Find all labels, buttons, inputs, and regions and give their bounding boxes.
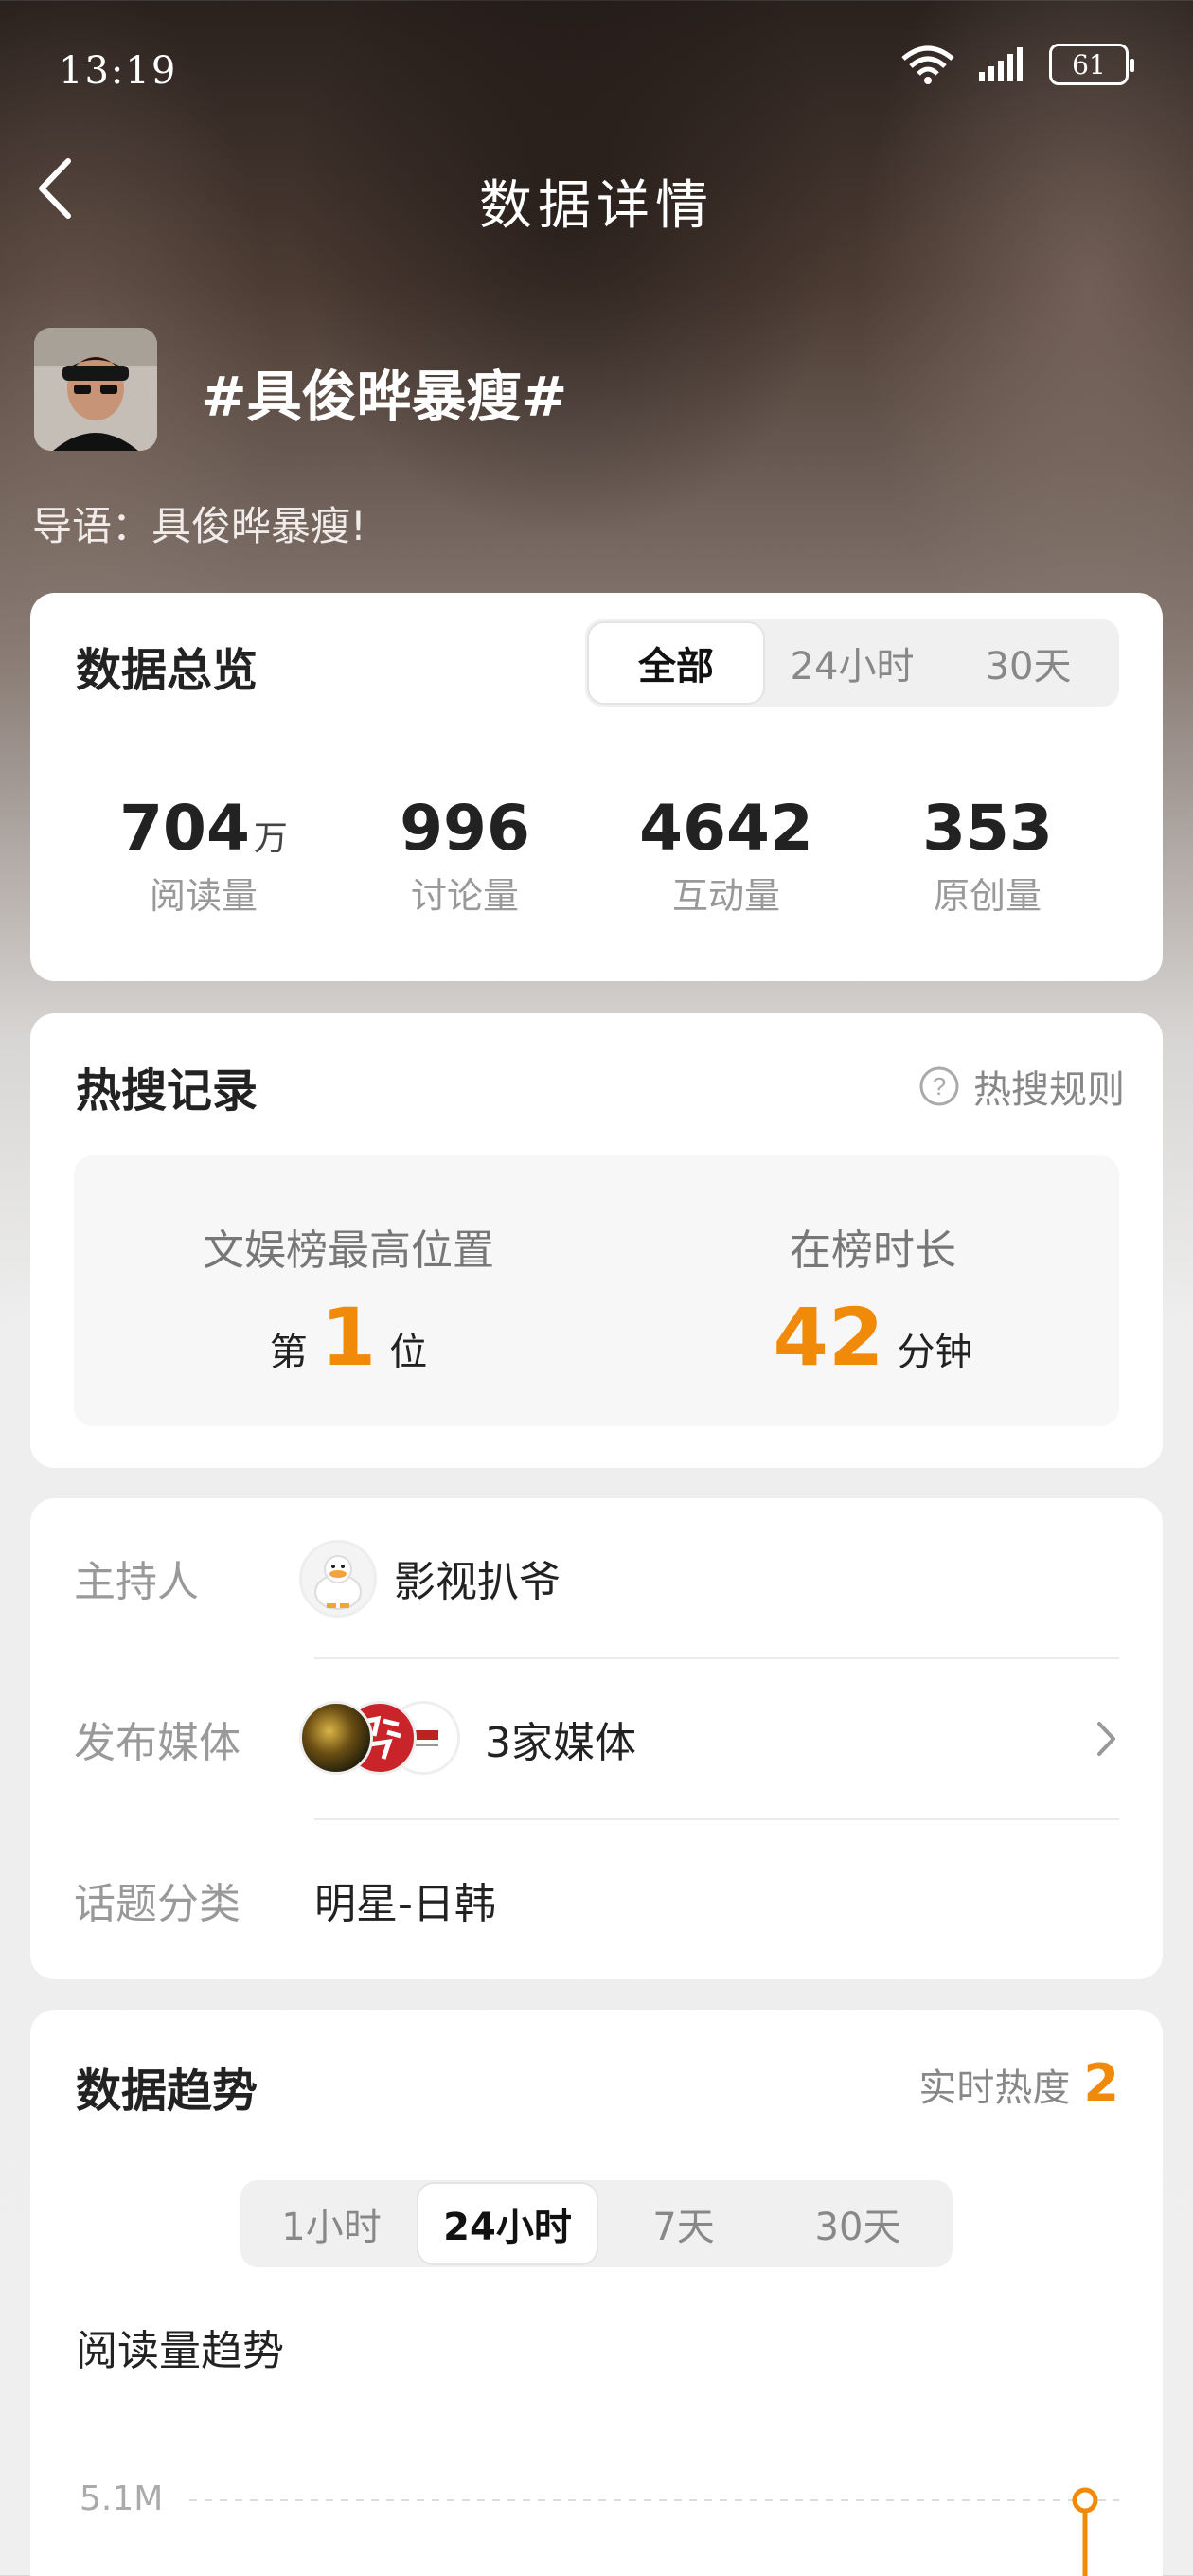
tab-30d[interactable]: 30天 [771, 2184, 945, 2263]
host-row[interactable]: 主持人 影视扒爷 [74, 1498, 1119, 1659]
hot-rules-label: 热搜规则 [973, 1068, 1125, 1112]
tab-all[interactable]: 全部 [589, 623, 763, 703]
hot-stats-box: 文娱榜最高位置 第 1 位 在榜时长 42 分钟 [74, 1155, 1119, 1426]
category-row: 话题分类 明星-日韩 [74, 1820, 1119, 1981]
tab-24h[interactable]: 24小时 [418, 2184, 596, 2263]
realtime-heat-value: 2 [1083, 2053, 1119, 2113]
topic-title: #具俊晔暴瘦# [201, 365, 568, 429]
trend-chart [189, 2487, 1119, 2576]
battery-icon: 61 [1049, 44, 1134, 85]
stat-label: 讨论量 [410, 875, 519, 917]
media-key: 发布媒体 [74, 1719, 240, 1767]
media-count[interactable]: 3家媒体 [485, 1708, 636, 1769]
stat-value: 4642 [639, 792, 813, 865]
category-value: 明星-日韩 [314, 1880, 496, 1928]
host-key: 主持人 [74, 1558, 199, 1606]
topic-intro: 导语：具俊晔暴瘦! [32, 503, 366, 549]
status-time: 13:19 [59, 49, 178, 93]
duration-label: 在榜时长 [790, 1226, 956, 1275]
overview-title: 数据总览 [76, 644, 258, 697]
tab-30d[interactable]: 30天 [941, 623, 1115, 703]
stat-value: 704 [119, 792, 250, 865]
trend-tabs: 1小时 24小时 7天 30天 [240, 2180, 953, 2267]
data-point [1072, 2487, 1098, 2513]
best-rank-value: 1 [320, 1291, 377, 1384]
hot-search-title: 热搜记录 [76, 1064, 258, 1118]
best-rank-label: 文娱榜最高位置 [203, 1226, 494, 1275]
chart-label: 阅读量趋势 [76, 2327, 284, 2375]
stat-originals: 353 原创量 [860, 792, 1115, 919]
stat-discussions: 996 讨论量 [337, 792, 593, 919]
topic-avatar[interactable] [34, 328, 157, 451]
best-rank-suffix: 位 [389, 1331, 428, 1374]
best-rank-prefix: 第 [269, 1331, 308, 1374]
tab-24h[interactable]: 24小时 [763, 623, 941, 703]
help-icon: ? [919, 1066, 959, 1106]
overview-tabs: 全部 24小时 30天 [585, 619, 1119, 707]
stat-reads: 704 万 阅读量 [76, 792, 331, 919]
hot-search-card: 热搜记录 ? 热搜规则 文娱榜最高位置 第 1 位 在榜时长 42 分钟 [30, 1013, 1163, 1468]
status-icons: 61 [899, 44, 1134, 85]
tab-7d[interactable]: 7天 [596, 2184, 771, 2263]
duration-unit: 分钟 [897, 1331, 973, 1374]
duration-value: 42 [773, 1291, 884, 1384]
trend-card: 数据趋势 实时热度 2 1小时 24小时 7天 30天 阅读量趋势 5.1M [30, 2010, 1163, 2576]
page-title: 数据详情 [479, 175, 714, 237]
svg-text:?: ? [933, 1072, 946, 1100]
trend-title: 数据趋势 [76, 2065, 258, 2118]
stat-label: 阅读量 [149, 875, 258, 917]
tab-1h[interactable]: 1小时 [244, 2184, 418, 2263]
info-card: 主持人 影视扒爷 发布媒体 3家媒体 话题分类 明星-日韩 [30, 1498, 1163, 1979]
realtime-heat-label: 实时热度 [918, 2066, 1071, 2110]
realtime-heat: 实时热度 2 [918, 2053, 1119, 2113]
best-rank: 文娱榜最高位置 第 1 位 [112, 1216, 585, 1377]
hot-rules-link[interactable]: ? 热搜规则 [918, 1059, 1125, 1114]
stat-unit: 万 [253, 819, 288, 858]
status-bar: 13:19 61 [0, 0, 1193, 142]
stat-label: 互动量 [671, 875, 780, 917]
stat-value: 353 [922, 792, 1053, 865]
stat-value: 996 [400, 792, 530, 865]
signal-icon [979, 47, 1023, 81]
media-avatar-1 [299, 1701, 373, 1775]
list-duration: 在榜时长 42 分钟 [636, 1216, 1110, 1377]
stat-interactions: 4642 互动量 [598, 792, 854, 919]
category-key: 话题分类 [74, 1880, 240, 1928]
host-avatar [299, 1540, 377, 1618]
stat-label: 原创量 [933, 875, 1042, 917]
host-name[interactable]: 影视扒爷 [394, 1547, 561, 1608]
chevron-right-icon[interactable] [1095, 1718, 1119, 1760]
media-row[interactable]: 发布媒体 3家媒体 [74, 1659, 1119, 1820]
wifi-icon [901, 45, 954, 84]
overview-card: 数据总览 全部 24小时 30天 704 万 阅读量 996 讨论量 4642 互… [30, 593, 1163, 981]
battery-level: 61 [1072, 48, 1106, 80]
